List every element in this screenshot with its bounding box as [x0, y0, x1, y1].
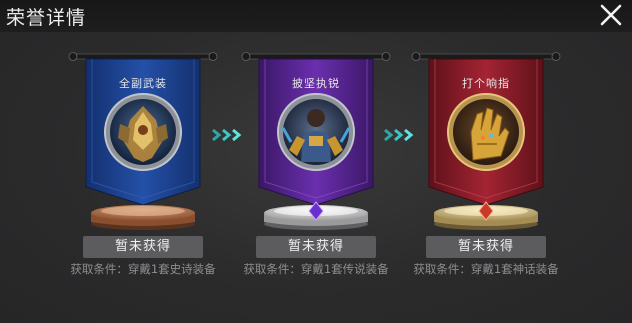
honor-card-1[interactable]: 全副武装 暂未获得 获取条件：穿戴1套史诗装备	[58, 32, 228, 323]
close-icon[interactable]	[598, 2, 624, 28]
status-button[interactable]: 暂未获得	[426, 236, 546, 258]
honor-title: 打个响指	[462, 77, 510, 90]
header-bar: 荣誉详情	[0, 0, 632, 32]
acquire-condition: 获取条件：穿戴1套史诗装备	[70, 262, 216, 276]
acquire-condition: 获取条件：穿戴1套传说装备	[243, 262, 389, 276]
honor-list: 全副武装 暂未获得 获取条件：穿戴1套史诗装备 披坚执锐 暂未获得 获取条件：穿…	[0, 32, 632, 323]
honor-title: 披坚执锐	[292, 77, 340, 90]
honor-banner	[241, 52, 391, 230]
honor-card-3[interactable]: 打个响指 暂未获得 获取条件：穿戴1套神话装备	[401, 32, 571, 323]
acquire-condition: 获取条件：穿戴1套神话装备	[413, 262, 559, 276]
status-button[interactable]: 暂未获得	[256, 236, 376, 258]
page-title: 荣誉详情	[6, 7, 87, 29]
honor-banner	[68, 52, 218, 230]
honor-title: 全副武装	[119, 77, 167, 90]
status-button[interactable]: 暂未获得	[83, 236, 203, 258]
honor-card-2[interactable]: 披坚执锐 暂未获得 获取条件：穿戴1套传说装备	[231, 32, 401, 323]
honor-banner	[411, 52, 561, 230]
